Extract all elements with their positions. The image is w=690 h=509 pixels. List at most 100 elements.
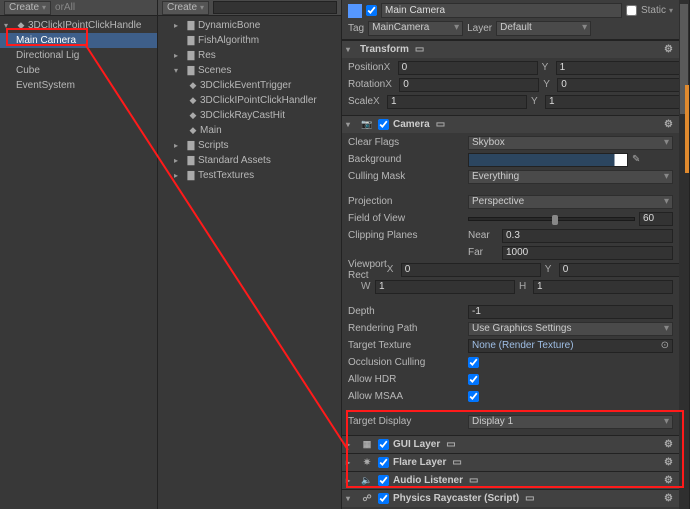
tag-select[interactable]: MainCamera xyxy=(368,21,463,36)
project-item-label: Standard Assets xyxy=(198,155,271,166)
culling-mask-select[interactable]: Everything xyxy=(468,170,673,184)
project-item-label: Scripts xyxy=(198,140,229,151)
gameobject-active-checkbox[interactable] xyxy=(366,5,377,16)
inspector-scrollbar[interactable] xyxy=(679,0,689,509)
tag-label: Tag xyxy=(348,23,364,34)
help-icon[interactable]: ▭ xyxy=(413,44,426,55)
help-icon[interactable]: ▭ xyxy=(444,439,457,450)
render-path-select[interactable]: Use Graphics Settings xyxy=(468,322,673,336)
static-checkbox[interactable] xyxy=(626,5,637,16)
projection-select[interactable]: Perspective xyxy=(468,195,673,209)
object-picker-icon[interactable]: ⊙ xyxy=(661,340,669,351)
target-texture-field[interactable]: None (Render Texture)⊙ xyxy=(468,339,673,353)
component-icon: ✷ xyxy=(360,457,374,468)
project-create-menu[interactable]: Create xyxy=(162,1,209,15)
depth-value[interactable] xyxy=(468,305,673,319)
occlusion-checkbox[interactable] xyxy=(468,357,479,368)
component-icon: ▦ xyxy=(360,439,374,450)
hierarchy-filter-toggle[interactable]: orAll xyxy=(55,2,75,13)
project-folder[interactable]: ▸▇Scripts xyxy=(158,138,341,153)
flare-layer-component: ▸ ✷ Flare Layer ▭ ⚙ xyxy=(342,453,679,471)
scale-x[interactable] xyxy=(387,95,527,109)
scale-label: Scale xyxy=(348,96,373,107)
project-scene-file[interactable]: ◆3DClickEventTrigger xyxy=(158,78,341,93)
layer-label: Layer xyxy=(467,23,492,34)
msaa-checkbox[interactable] xyxy=(468,391,479,402)
hierarchy-item-label: Cube xyxy=(16,65,40,76)
project-search-input[interactable] xyxy=(213,1,337,14)
hierarchy-create-menu[interactable]: Create xyxy=(4,1,51,15)
help-icon[interactable]: ▭ xyxy=(467,475,480,486)
gear-icon[interactable]: ⚙ xyxy=(662,493,675,504)
fov-slider[interactable] xyxy=(468,217,635,221)
static-dropdown[interactable]: Static xyxy=(641,5,673,16)
hierarchy-item[interactable]: Cube xyxy=(0,63,157,78)
help-icon[interactable]: ▭ xyxy=(434,119,447,130)
component-enable-checkbox[interactable] xyxy=(378,119,389,130)
project-folder[interactable]: ▇FishAlgorithm xyxy=(158,33,341,48)
project-folder[interactable]: ▸▇DynamicBone xyxy=(158,18,341,33)
project-folder-scenes[interactable]: ▾▇Scenes xyxy=(158,63,341,78)
rotation-y[interactable] xyxy=(557,78,690,92)
project-folder[interactable]: ▸▇Standard Assets xyxy=(158,153,341,168)
project-scene-file[interactable]: ◆3DClickRayCastHit xyxy=(158,108,341,123)
gear-icon[interactable]: ⚙ xyxy=(662,44,675,55)
hierarchy-item[interactable]: Directional Lig xyxy=(0,48,157,63)
camera-icon: 📷 xyxy=(360,119,374,130)
project-folder[interactable]: ▸▇Res xyxy=(158,48,341,63)
foldout-icon: ▸ xyxy=(346,458,356,467)
gear-icon[interactable]: ⚙ xyxy=(662,119,675,130)
layer-select[interactable]: Default xyxy=(496,21,591,36)
hierarchy-scene-root[interactable]: ▾ ◆ 3DClickIPointClickHandle xyxy=(0,18,157,33)
near-clip[interactable] xyxy=(502,229,673,243)
gear-icon[interactable]: ⚙ xyxy=(662,475,675,486)
unity-scene-icon: ◆ xyxy=(186,80,200,91)
project-folder[interactable]: ▸▇TestTextures xyxy=(158,168,341,183)
far-clip[interactable] xyxy=(502,246,673,260)
project-toolbar: Create xyxy=(158,0,341,16)
gear-icon[interactable]: ⚙ xyxy=(662,439,675,450)
position-x[interactable] xyxy=(398,61,538,75)
inspector-panel: Static Tag MainCamera Layer Default ▾ Tr… xyxy=(342,0,690,509)
viewport-x[interactable] xyxy=(401,263,541,277)
viewport-h[interactable] xyxy=(533,280,673,294)
gui-layer-component: ▸ ▦ GUI Layer ▭ ⚙ xyxy=(342,435,679,453)
prefab-override-indicator xyxy=(685,85,689,173)
component-enable-checkbox[interactable] xyxy=(378,439,389,450)
fov-value[interactable] xyxy=(639,212,673,226)
component-enable-checkbox[interactable] xyxy=(378,457,389,468)
scale-y[interactable] xyxy=(545,95,685,109)
hierarchy-toolbar: Create orAll xyxy=(0,0,157,16)
component-enable-checkbox[interactable] xyxy=(378,475,389,486)
target-display-select[interactable]: Display 1 xyxy=(468,415,673,429)
viewport-y[interactable] xyxy=(559,263,690,277)
project-scene-file[interactable]: ◆Main xyxy=(158,123,341,138)
project-item-label: Scenes xyxy=(198,65,231,76)
gameobject-icon[interactable] xyxy=(348,4,362,18)
help-icon[interactable]: ▭ xyxy=(450,457,463,468)
hdr-checkbox[interactable] xyxy=(468,374,479,385)
gear-icon[interactable]: ⚙ xyxy=(662,457,675,468)
folder-icon: ▇ xyxy=(184,155,198,166)
eyedropper-icon[interactable]: ✎ xyxy=(632,154,640,165)
rotation-x[interactable] xyxy=(399,78,539,92)
viewport-w[interactable] xyxy=(375,280,515,294)
background-color[interactable] xyxy=(468,153,628,167)
hierarchy-item[interactable]: EventSystem xyxy=(0,78,157,93)
component-header[interactable]: ▾ Transform ▭ ⚙ xyxy=(342,41,679,58)
position-y[interactable] xyxy=(556,61,690,75)
foldout-icon: ▾ xyxy=(4,21,14,30)
help-icon[interactable]: ▭ xyxy=(523,493,536,504)
component-header[interactable]: ▾ ☍ Physics Raycaster (Script) ▭ ⚙ xyxy=(342,490,679,507)
component-header[interactable]: ▸ ✷ Flare Layer ▭ ⚙ xyxy=(342,454,679,471)
clear-flags-select[interactable]: Skybox xyxy=(468,136,673,150)
project-scene-file[interactable]: ◆3DClickIPointClickHandler xyxy=(158,93,341,108)
component-header[interactable]: ▸ 🔈 Audio Listener ▭ ⚙ xyxy=(342,472,679,489)
foldout-icon: ▾ xyxy=(174,66,184,75)
gameobject-name-input[interactable] xyxy=(381,3,622,18)
component-header[interactable]: ▸ ▦ GUI Layer ▭ ⚙ xyxy=(342,436,679,453)
hierarchy-item-main-camera[interactable]: Main Camera xyxy=(0,33,157,48)
component-enable-checkbox[interactable] xyxy=(378,493,389,504)
component-title: Camera xyxy=(393,119,430,130)
component-header[interactable]: ▾ 📷 Camera ▭ ⚙ xyxy=(342,116,679,133)
